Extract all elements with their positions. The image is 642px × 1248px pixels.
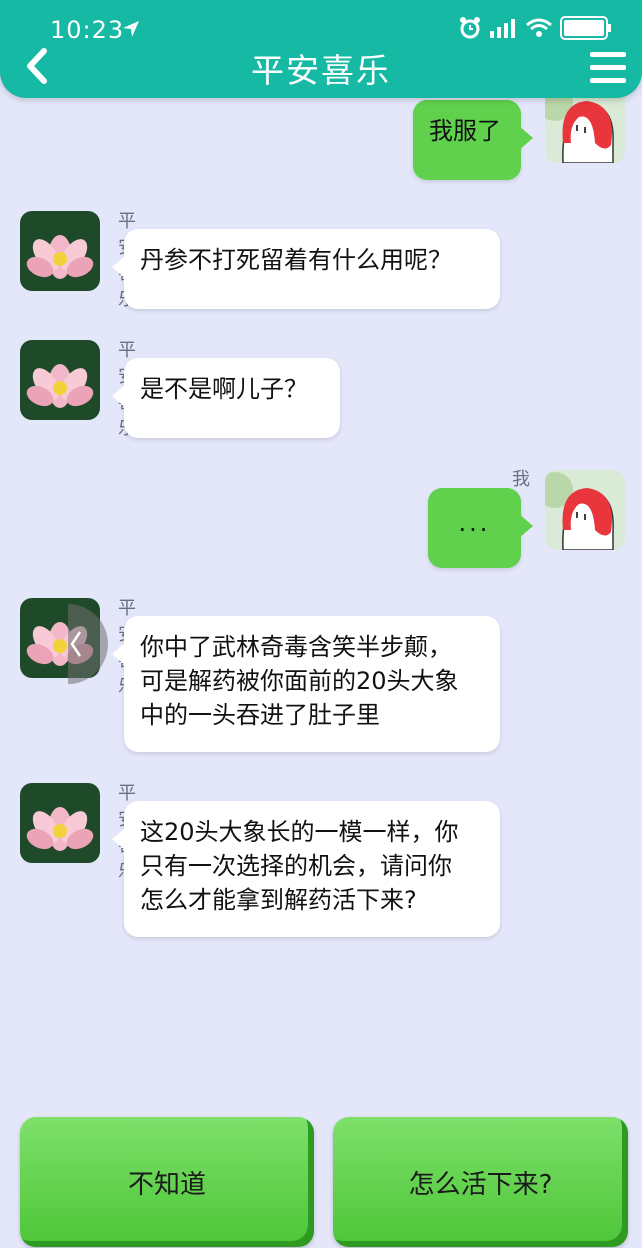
message-bubble: 是不是啊儿子？ — [112, 358, 340, 438]
message-bubble: 我服了 — [413, 100, 533, 180]
message-bubble: 这20头大象长的一模一样，你 只有一次选择的机会，请问你 怎么才能拿到解药活下来… — [112, 801, 500, 937]
message-text: 丹参不打死留着有什么用呢？ — [140, 246, 452, 274]
message-line: 这20头大象长的一模一样，你 — [140, 818, 459, 846]
chat-title: 平安喜乐 — [251, 51, 391, 90]
message-line: 可是解药被你面前的20头大象 — [140, 667, 459, 695]
self-name: 我 — [512, 469, 531, 490]
choice-button-how-to-survive[interactable]: 怎么活下来? — [333, 1117, 628, 1247]
choice-label: 怎么活下来? — [408, 1169, 553, 1200]
signal-icon — [490, 19, 515, 38]
wifi-icon — [526, 18, 552, 37]
message-line: 只有一次选择的机会，请问你 — [140, 852, 452, 880]
chat-header: 10:23 平安喜乐 — [0, 0, 642, 98]
choice-label: 不知道 — [127, 1169, 206, 1200]
status-icons — [458, 16, 612, 40]
message-bubble: ... — [428, 488, 533, 568]
lotus-avatar — [20, 783, 100, 863]
message-bubble: 丹参不打死留着有什么用呢？ — [112, 229, 500, 309]
cartoon-avatar — [545, 470, 625, 550]
self-avatar — [545, 470, 625, 550]
lotus-avatar — [20, 340, 100, 420]
message-bubble: 你中了武林奇毒含笑半步颠， 可是解药被你面前的20头大象 中的一头吞进了肚子里 — [112, 616, 500, 752]
location-arrow-icon — [123, 21, 139, 37]
message-text: 我服了 — [429, 117, 501, 145]
message-text: ... — [458, 509, 491, 537]
message-line: 你中了武林奇毒含笑半步颠， — [140, 633, 452, 661]
status-time: 10:23 — [50, 16, 125, 44]
message-line: 中的一头吞进了肚子里 — [140, 701, 380, 729]
menu-icon[interactable] — [590, 52, 626, 84]
sender-avatar — [20, 340, 100, 420]
alarm-icon — [460, 17, 480, 39]
sender-avatar — [20, 211, 100, 291]
sender-avatar — [20, 783, 100, 863]
message-line: 怎么才能拿到解药活下来? — [140, 886, 417, 914]
choice-button-dont-know[interactable]: 不知道 — [20, 1117, 314, 1247]
message-text: 是不是啊儿子？ — [140, 375, 308, 403]
battery-icon — [560, 16, 611, 40]
lotus-avatar — [20, 211, 100, 291]
swipe-back-icon[interactable] — [68, 604, 108, 684]
